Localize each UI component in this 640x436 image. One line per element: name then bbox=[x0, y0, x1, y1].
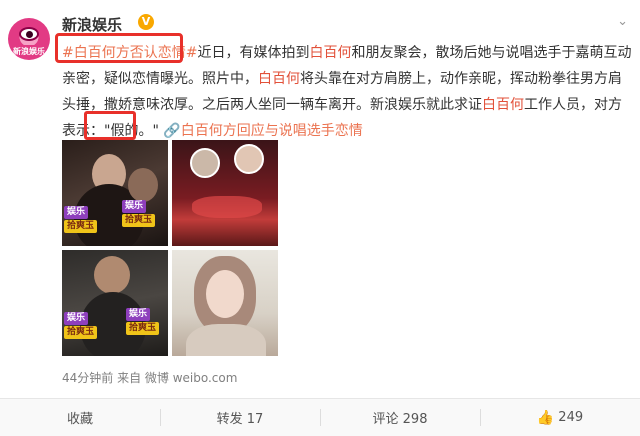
highlight-box-hashtag bbox=[55, 33, 183, 63]
photo-tag: 拾爽玉 bbox=[64, 220, 98, 233]
photo-tag: 拾爽玉 bbox=[64, 326, 98, 339]
photo-tag: 娱乐 bbox=[122, 200, 147, 213]
like-button[interactable]: 👍 249 bbox=[480, 399, 640, 436]
verified-icon: V bbox=[138, 14, 154, 30]
person-shape bbox=[94, 256, 130, 294]
action-bar: 收藏 转发 17 评论 298 👍 249 bbox=[0, 399, 640, 436]
comment-label: 评论 298 bbox=[372, 412, 428, 427]
post-timestamp-source[interactable]: 44分钟前 来自 微博 weibo.com bbox=[62, 369, 237, 386]
article-link[interactable]: 白百何方回应与说唱选手恋情 bbox=[181, 123, 363, 139]
like-count: 249 bbox=[558, 410, 584, 425]
photo-tag: 拾爽玉 bbox=[126, 322, 160, 335]
avatar[interactable]: 新浪娱乐 bbox=[8, 18, 50, 60]
thumbs-up-icon: 👍 bbox=[536, 409, 555, 426]
photo-tag: 娱乐 bbox=[126, 308, 151, 321]
photo-tag: 娱乐 bbox=[64, 312, 89, 325]
favorite-label: 收藏 bbox=[66, 412, 93, 427]
photo-thumbnail-4[interactable] bbox=[172, 250, 278, 356]
mention-link-1[interactable]: 白百何 bbox=[309, 45, 351, 61]
photo-thumbnail-3[interactable]: 娱乐 拾爽玉 娱乐 拾爽玉 bbox=[62, 250, 168, 356]
face-shape bbox=[206, 270, 244, 318]
repost-button[interactable]: 转发 17 bbox=[160, 399, 320, 436]
favorite-button[interactable]: 收藏 bbox=[0, 399, 160, 436]
mention-link-3[interactable]: 白百何 bbox=[482, 97, 524, 113]
photo-grid: 娱乐 拾爽玉 娱乐 拾爽玉 娱乐 拾爽玉 娱乐 拾爽玉 bbox=[62, 140, 278, 358]
eye-logo-icon bbox=[19, 27, 39, 41]
photo-thumbnail-2[interactable] bbox=[172, 140, 278, 246]
highlight-box-quote bbox=[84, 111, 136, 140]
post-text-1: 近日，有媒体拍到 bbox=[197, 45, 310, 61]
comment-button[interactable]: 评论 298 bbox=[320, 399, 480, 436]
mention-link-2[interactable]: 白百何 bbox=[258, 71, 300, 87]
chevron-down-icon[interactable]: ⌄ bbox=[617, 14, 628, 29]
author-name[interactable]: 新浪娱乐 bbox=[62, 14, 122, 35]
body-shape bbox=[186, 324, 266, 356]
photo-tag: 娱乐 bbox=[64, 206, 89, 219]
link-icon: 🔗 bbox=[163, 123, 181, 139]
person-shape bbox=[128, 168, 158, 202]
avatar-logo-text: 新浪娱乐 bbox=[10, 45, 48, 58]
inset-portrait bbox=[234, 144, 264, 174]
photo-thumbnail-1[interactable]: 娱乐 拾爽玉 娱乐 拾爽玉 bbox=[62, 140, 168, 246]
repost-label: 转发 17 bbox=[216, 412, 264, 427]
car-light-shape bbox=[192, 196, 262, 218]
photo-tag: 拾爽玉 bbox=[122, 214, 156, 227]
inset-portrait bbox=[190, 148, 220, 178]
